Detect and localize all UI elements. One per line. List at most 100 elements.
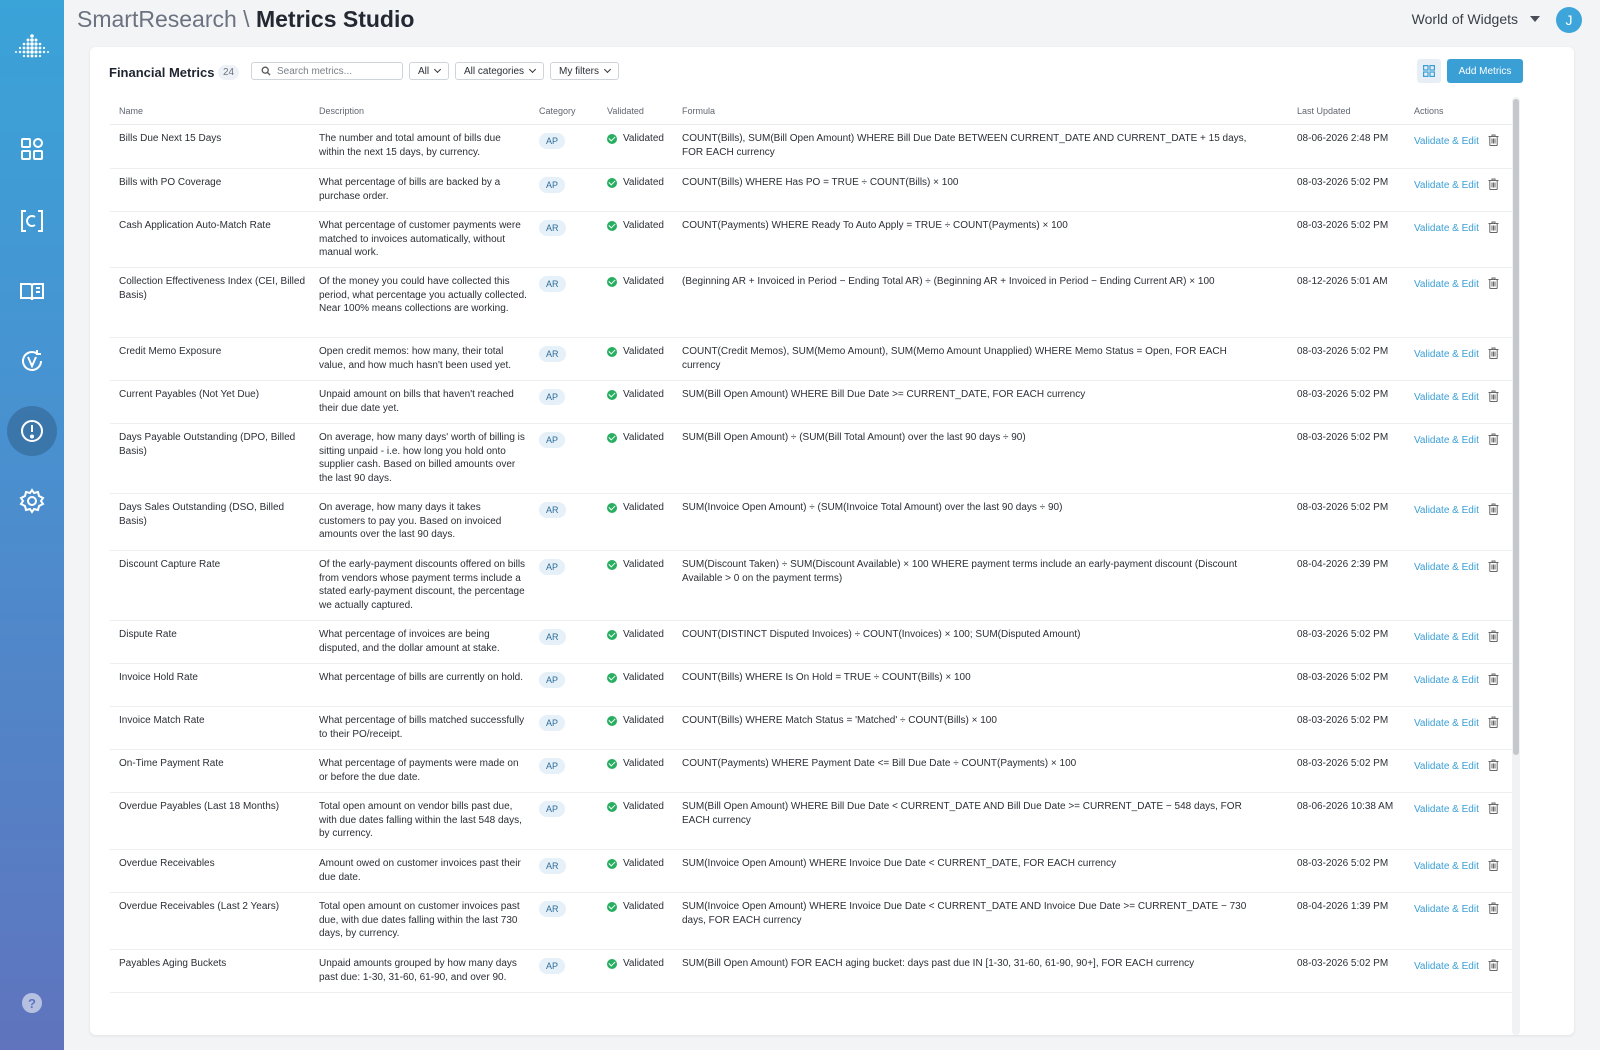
validated-status: Validated: [607, 345, 664, 359]
brand-name[interactable]: SmartResearch: [77, 6, 237, 32]
validated-status: Validated: [607, 275, 664, 289]
avatar[interactable]: J: [1556, 7, 1582, 33]
trash-icon[interactable]: [1488, 673, 1499, 685]
validated-status: Validated: [607, 857, 664, 871]
table-row[interactable]: Invoice Hold Rate What percentage of bill…: [110, 664, 1514, 707]
trash-icon[interactable]: [1488, 347, 1499, 359]
nav-settings[interactable]: [7, 476, 57, 526]
validate-edit-link[interactable]: Validate & Edit: [1414, 179, 1479, 193]
nav-catalog[interactable]: [7, 196, 57, 246]
validate-edit-link[interactable]: Validate & Edit: [1414, 631, 1479, 645]
validate-edit-link[interactable]: Validate & Edit: [1414, 348, 1479, 362]
column-header-description[interactable]: Description: [319, 106, 364, 116]
metric-description: What percentage of invoices are being di…: [319, 629, 500, 654]
validate-edit-link[interactable]: Validate & Edit: [1414, 760, 1479, 774]
grid-view-toggle[interactable]: [1417, 59, 1441, 83]
table-row[interactable]: Overdue Receivables Amount owed on custom…: [110, 850, 1514, 893]
column-header-validated[interactable]: Validated: [607, 106, 644, 116]
validate-edit-link[interactable]: Validate & Edit: [1414, 860, 1479, 874]
metric-name: Invoice Hold Rate: [119, 672, 198, 683]
nav-library[interactable]: [7, 266, 57, 316]
trash-icon[interactable]: [1488, 959, 1499, 971]
nav-metrics[interactable]: [7, 406, 57, 456]
validate-edit-link[interactable]: Validate & Edit: [1414, 561, 1479, 575]
table-row[interactable]: On-Time Payment Rate What percentage of p…: [110, 750, 1514, 793]
metric-description: Total open amount on vendor bills past d…: [319, 801, 522, 840]
validate-edit-link[interactable]: Validate & Edit: [1414, 222, 1479, 236]
validate-edit-link[interactable]: Validate & Edit: [1414, 278, 1479, 292]
category-badge: AR: [539, 346, 566, 362]
trash-icon[interactable]: [1488, 221, 1499, 233]
caret-down-icon[interactable]: [1530, 16, 1540, 22]
table-row[interactable]: Current Payables (Not Yet Due) Unpaid amo…: [110, 381, 1514, 424]
validated-label: Validated: [623, 629, 664, 640]
trash-icon[interactable]: [1488, 560, 1499, 572]
trash-icon[interactable]: [1488, 503, 1499, 515]
book-icon: [20, 283, 44, 301]
trash-icon[interactable]: [1488, 178, 1499, 190]
validate-edit-link[interactable]: Validate & Edit: [1414, 903, 1479, 917]
trash-icon[interactable]: [1488, 859, 1499, 871]
category-filter-dropdown[interactable]: All categories: [455, 62, 545, 80]
status-filter-dropdown[interactable]: All: [409, 62, 450, 80]
table-row[interactable]: Invoice Match Rate What percentage of bil…: [110, 707, 1514, 750]
trash-icon[interactable]: [1488, 134, 1499, 146]
trash-icon[interactable]: [1488, 277, 1499, 289]
validate-edit-link[interactable]: Validate & Edit: [1414, 391, 1479, 405]
search-input[interactable]: [277, 65, 397, 77]
metric-description: Total open amount on customer invoices p…: [319, 901, 520, 940]
count-badge: 24: [218, 65, 240, 80]
workspace-selector[interactable]: World of Widgets: [1412, 11, 1518, 27]
column-header-last-updated[interactable]: Last Updated: [1297, 106, 1351, 116]
validate-edit-link[interactable]: Validate & Edit: [1414, 504, 1479, 518]
table-row[interactable]: Payables Aging Buckets Unpaid amounts gro…: [110, 950, 1514, 993]
table-row[interactable]: Overdue Receivables (Last 2 Years) Total …: [110, 893, 1514, 950]
trash-icon[interactable]: [1488, 716, 1499, 728]
table-header: Name Description Category Validated Form…: [110, 98, 1514, 125]
category-filter-label: All categories: [464, 65, 525, 77]
table-row[interactable]: Days Sales Outstanding (DSO, Billed Basi…: [110, 494, 1514, 551]
search-box[interactable]: [251, 62, 403, 80]
trash-icon[interactable]: [1488, 630, 1499, 642]
check-circle-icon: [607, 958, 617, 969]
nav-validation[interactable]: [7, 336, 57, 386]
trash-icon[interactable]: [1488, 390, 1499, 402]
table-row[interactable]: Credit Memo Exposure Open credit memos: h…: [110, 338, 1514, 381]
trash-icon[interactable]: [1488, 759, 1499, 771]
table-row[interactable]: Bills Due Next 15 Days The number and tot…: [110, 125, 1514, 169]
metric-name: Bills with PO Coverage: [119, 177, 222, 188]
column-header-name[interactable]: Name: [119, 106, 143, 116]
table-row[interactable]: Dispute Rate What percentage of invoices …: [110, 621, 1514, 664]
table-row[interactable]: Discount Capture Rate Of the early-paymen…: [110, 551, 1514, 621]
validate-edit-link[interactable]: Validate & Edit: [1414, 717, 1479, 731]
validate-edit-link[interactable]: Validate & Edit: [1414, 135, 1479, 149]
my-filters-dropdown[interactable]: My filters: [550, 62, 619, 80]
last-updated: 08-03-2026 5:02 PM: [1297, 629, 1389, 640]
table-row[interactable]: Collection Effectiveness Index (CEI, Bil…: [110, 268, 1514, 338]
validate-edit-link[interactable]: Validate & Edit: [1414, 434, 1479, 448]
validate-edit-link[interactable]: Validate & Edit: [1414, 960, 1479, 974]
validated-status: Validated: [607, 800, 664, 814]
validated-label: Validated: [623, 502, 664, 513]
column-header-category[interactable]: Category: [539, 106, 576, 116]
last-updated: 08-04-2026 2:39 PM: [1297, 559, 1389, 570]
table-row[interactable]: Bills with PO Coverage What percentage of…: [110, 169, 1514, 212]
category-badge: AP: [539, 958, 566, 974]
trash-icon[interactable]: [1488, 433, 1499, 445]
trash-icon[interactable]: [1488, 902, 1499, 914]
validate-edit-link[interactable]: Validate & Edit: [1414, 803, 1479, 817]
status-filter-label: All: [418, 65, 430, 77]
check-circle-icon: [607, 715, 617, 726]
table-row[interactable]: Overdue Payables (Last 18 Months) Total o…: [110, 793, 1514, 850]
help-icon[interactable]: ?: [22, 993, 42, 1013]
table-row[interactable]: Cash Application Auto-Match Rate What per…: [110, 212, 1514, 268]
nav-dashboard[interactable]: [7, 124, 57, 174]
scrollbar-thumb[interactable]: [1513, 99, 1519, 755]
column-header-formula[interactable]: Formula: [682, 106, 715, 116]
table-row[interactable]: Days Payable Outstanding (DPO, Billed Ba…: [110, 424, 1514, 494]
metric-name: Dispute Rate: [119, 629, 177, 640]
trash-icon[interactable]: [1488, 802, 1499, 814]
metric-formula: COUNT(Bills) WHERE Is On Hold = TRUE ÷ C…: [682, 672, 971, 683]
add-metrics-button[interactable]: Add Metrics: [1447, 59, 1523, 83]
validate-edit-link[interactable]: Validate & Edit: [1414, 674, 1479, 688]
